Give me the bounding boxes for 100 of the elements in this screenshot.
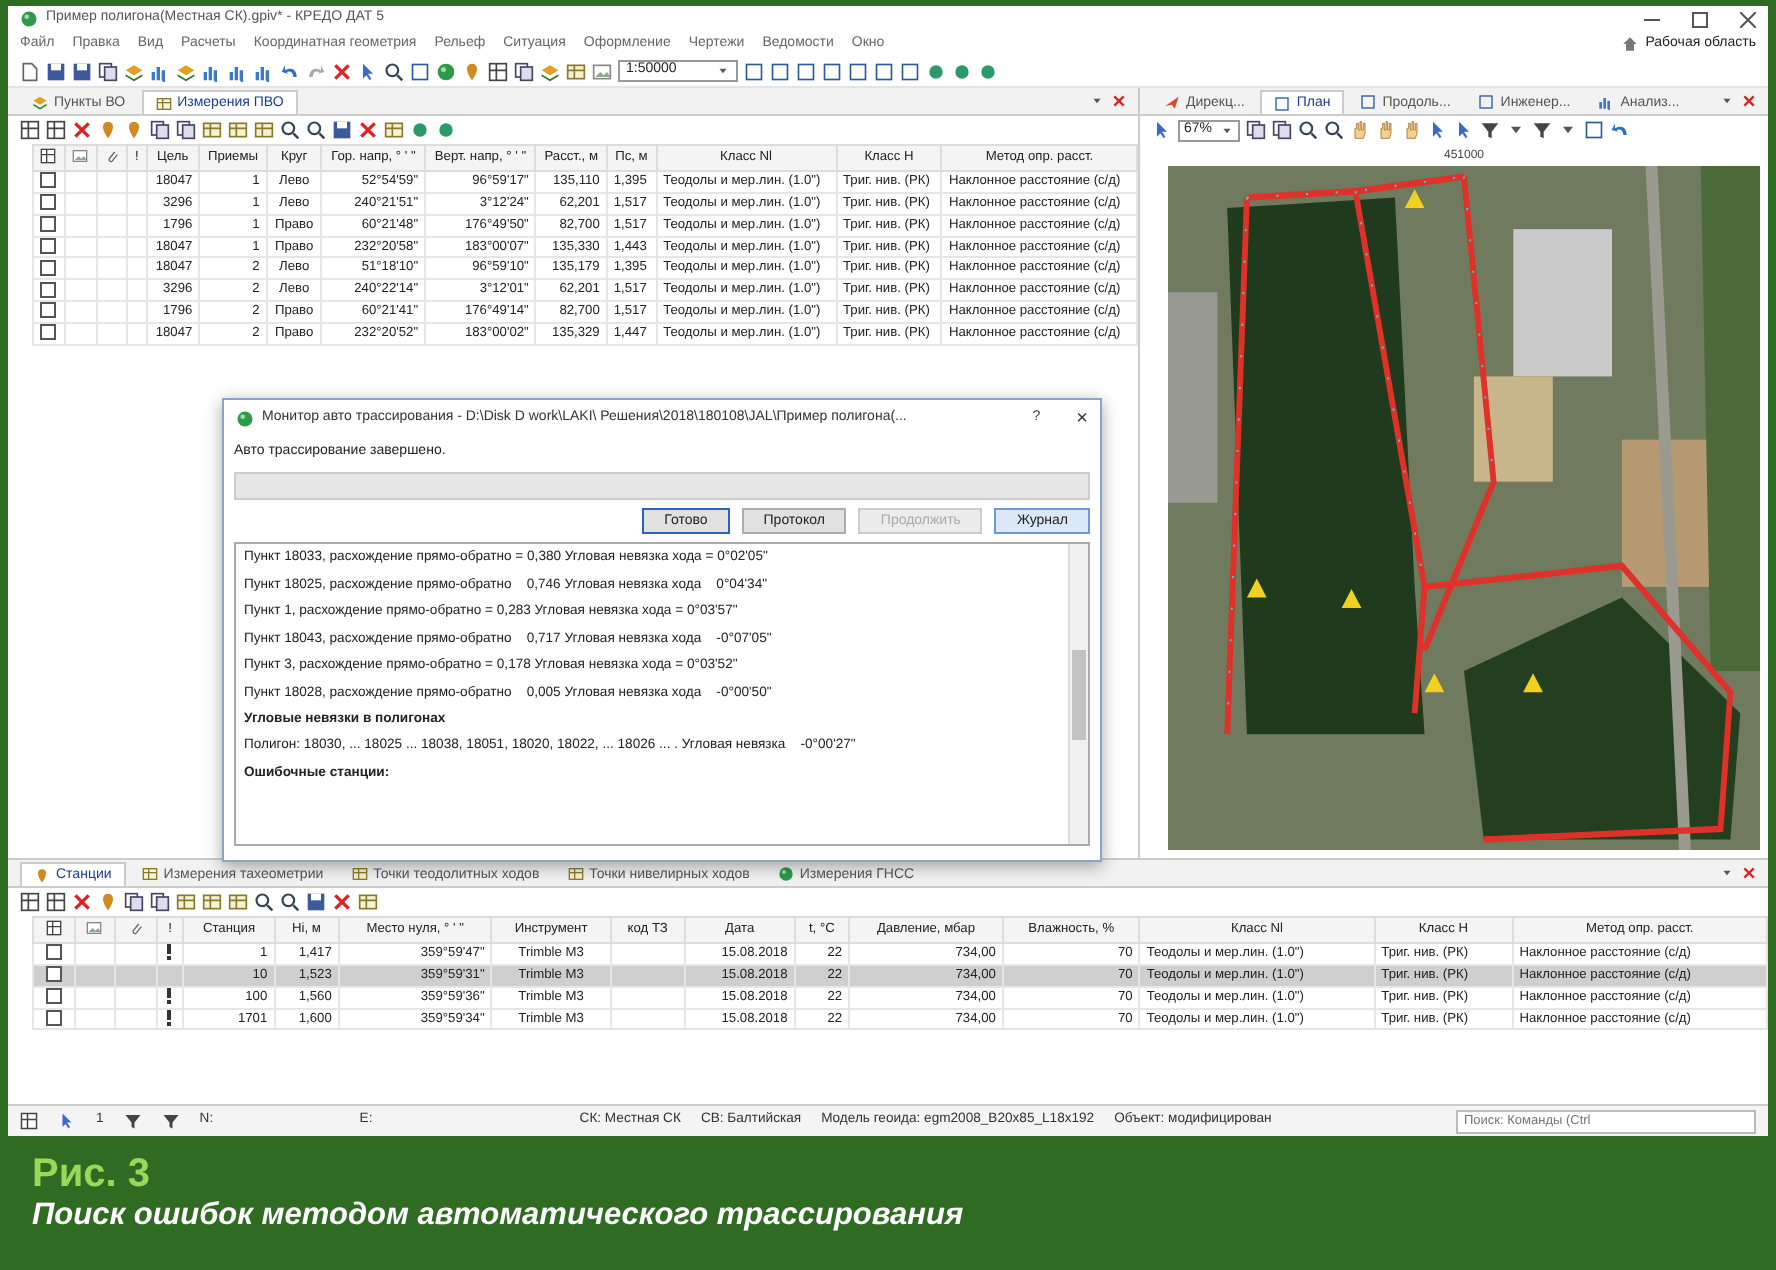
grid-icon[interactable]	[20, 892, 40, 912]
home-icon[interactable]	[1621, 36, 1638, 52]
zoom-icon[interactable]	[384, 61, 404, 81]
close-icon[interactable]	[1742, 94, 1756, 108]
caret-icon[interactable]	[716, 64, 730, 78]
table-icon[interactable]	[384, 120, 404, 140]
save-icon[interactable]	[72, 61, 92, 81]
bar-chart-icon[interactable]	[254, 61, 274, 81]
close-icon[interactable]	[1112, 94, 1126, 108]
table-icon[interactable]	[254, 120, 274, 140]
paperclip-icon[interactable]	[103, 148, 120, 165]
caret-icon[interactable]	[1720, 866, 1734, 880]
save-icon[interactable]	[46, 61, 66, 81]
paperclip-icon[interactable]	[127, 920, 144, 937]
dot-icon[interactable]	[952, 61, 972, 81]
close-icon[interactable]	[72, 120, 92, 140]
zoom-icon[interactable]	[1298, 120, 1319, 140]
pointer-icon[interactable]	[1152, 120, 1172, 140]
grid-icon[interactable]	[40, 148, 57, 165]
table-icon	[141, 866, 158, 882]
filter-icon[interactable]	[1480, 120, 1501, 140]
grid-icon[interactable]	[46, 120, 66, 140]
layers-icon[interactable]	[176, 61, 196, 81]
bar-chart-icon[interactable]	[202, 61, 222, 81]
grid-icon[interactable]	[45, 920, 62, 937]
checkbox[interactable]	[40, 194, 57, 211]
close-icon[interactable]	[332, 61, 352, 81]
undo-icon[interactable]	[280, 61, 300, 81]
checkbox[interactable]	[45, 944, 62, 961]
grid-icon[interactable]	[20, 120, 40, 140]
globe-icon	[777, 866, 794, 882]
zoom-icon[interactable]	[306, 120, 326, 140]
zoom-icon[interactable]	[1324, 120, 1345, 140]
close-icon[interactable]	[358, 120, 378, 140]
grid-icon[interactable]	[20, 1112, 38, 1130]
caret-icon[interactable]	[1720, 94, 1734, 108]
hand-icon[interactable]	[1376, 120, 1397, 140]
document-icon[interactable]	[20, 61, 40, 81]
copy-icon[interactable]	[98, 61, 118, 81]
maximize-button[interactable]	[1692, 11, 1708, 27]
frame-icon[interactable]	[410, 61, 430, 81]
dot-icon[interactable]	[410, 120, 430, 140]
dot-icon[interactable]	[926, 61, 946, 81]
table-icon[interactable]	[228, 120, 248, 140]
frame-icon[interactable]	[1584, 120, 1605, 140]
close-icon[interactable]	[72, 892, 92, 912]
layers-icon[interactable]	[124, 61, 144, 81]
close-icon[interactable]	[332, 892, 352, 912]
pointer-icon[interactable]	[358, 61, 378, 81]
bar-chart-icon[interactable]	[228, 61, 248, 81]
pin-icon[interactable]	[98, 120, 118, 140]
checkbox[interactable]	[45, 966, 62, 983]
table-icon[interactable]	[202, 120, 222, 140]
scrollbar[interactable]	[1068, 544, 1088, 844]
plane-icon	[1164, 94, 1180, 110]
pointer-icon[interactable]	[1428, 120, 1449, 140]
checkbox[interactable]	[40, 324, 57, 341]
zoom-icon[interactable]	[280, 120, 300, 140]
image-icon[interactable]	[592, 61, 612, 81]
zoom-icon[interactable]	[280, 892, 300, 912]
figure-label: Рис. 3	[32, 1152, 152, 1196]
hand-icon[interactable]	[1402, 120, 1423, 140]
frame-icon	[1274, 95, 1291, 111]
table-icon[interactable]	[228, 892, 248, 912]
copy-icon[interactable]	[1272, 120, 1293, 140]
caret-icon[interactable]	[1220, 123, 1235, 137]
bar-chart-icon[interactable]	[150, 61, 170, 81]
save-icon[interactable]	[306, 892, 326, 912]
table-icon[interactable]	[176, 892, 196, 912]
copy-icon[interactable]	[514, 61, 534, 81]
close-button[interactable]: ×	[1076, 403, 1088, 433]
save-icon[interactable]	[332, 120, 352, 140]
checkbox[interactable]	[40, 302, 57, 319]
figure-caption: Поиск ошибок методом автоматического трассирования	[32, 1196, 966, 1236]
pointer-icon[interactable]	[1454, 120, 1475, 140]
grid-icon[interactable]	[46, 892, 66, 912]
undo-icon[interactable]	[1610, 120, 1631, 140]
layers-icon[interactable]	[540, 61, 560, 81]
caret-icon[interactable]	[1090, 94, 1104, 108]
dot-icon[interactable]	[978, 61, 998, 81]
globe-icon[interactable]	[436, 61, 456, 81]
globe-icon	[236, 409, 254, 427]
checkbox[interactable]	[40, 172, 57, 189]
grid-icon[interactable]	[488, 61, 508, 81]
checkbox[interactable]	[40, 281, 57, 298]
image-icon[interactable]	[86, 920, 103, 937]
table-icon[interactable]	[202, 892, 222, 912]
image-icon[interactable]	[72, 148, 89, 165]
pointer-icon[interactable]	[58, 1112, 76, 1130]
zoom-icon[interactable]	[254, 892, 274, 912]
bar-chart-icon	[1598, 94, 1615, 110]
close-icon[interactable]	[1742, 866, 1756, 880]
pin-icon	[34, 867, 50, 883]
table-icon[interactable]	[566, 61, 586, 81]
close-button[interactable]	[1740, 11, 1756, 27]
table-icon[interactable]	[358, 892, 378, 912]
copy-icon[interactable]	[1246, 120, 1267, 140]
checkbox[interactable]	[40, 259, 57, 276]
filter-icon[interactable]	[1532, 120, 1553, 140]
dot-icon[interactable]	[436, 120, 456, 140]
